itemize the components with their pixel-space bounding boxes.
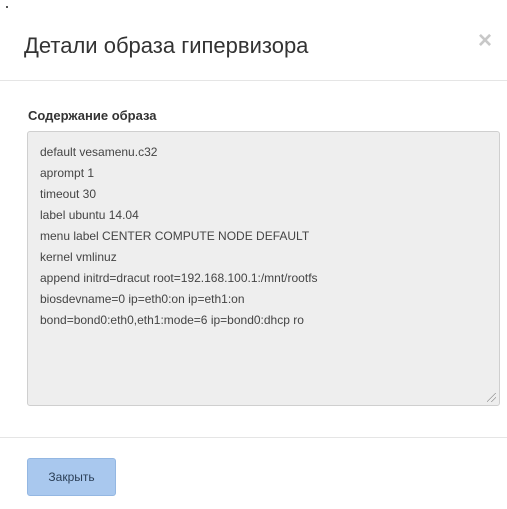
content-line: kernel vmlinuz <box>40 250 117 264</box>
close-button[interactable]: Закрыть <box>27 458 116 496</box>
content-line: default vesamenu.c32 <box>40 145 158 159</box>
close-icon[interactable]: × <box>474 29 496 53</box>
image-content-textarea[interactable]: default vesamenu.c32 aprompt 1 timeout 3… <box>27 131 500 406</box>
content-line: biosdevname=0 ip=eth0:on ip=eth1:on <box>40 292 245 306</box>
dialog-footer: Закрыть <box>0 437 507 509</box>
dialog-header: Детали образа гипервизора × <box>0 0 507 81</box>
image-content-label: Содержание образа <box>28 108 157 123</box>
content-line: aprompt 1 <box>40 166 95 180</box>
resize-grip-icon[interactable] <box>487 393 496 402</box>
content-line: bond=bond0:eth0,eth1:mode=6 ip=bond0:dhc… <box>40 313 304 327</box>
content-line: timeout 30 <box>40 187 97 201</box>
content-line: menu label CENTER COMPUTE NODE DEFAULT <box>40 229 310 243</box>
content-line: append initrd=dracut root=192.168.100.1:… <box>40 271 318 285</box>
content-line: label ubuntu 14.04 <box>40 208 139 222</box>
dialog-title: Детали образа гипервизора <box>24 33 309 58</box>
dialog-body: Содержание образа default vesamenu.c32 a… <box>0 81 507 437</box>
hypervisor-image-details-dialog: Детали образа гипервизора × Содержание о… <box>0 0 507 509</box>
